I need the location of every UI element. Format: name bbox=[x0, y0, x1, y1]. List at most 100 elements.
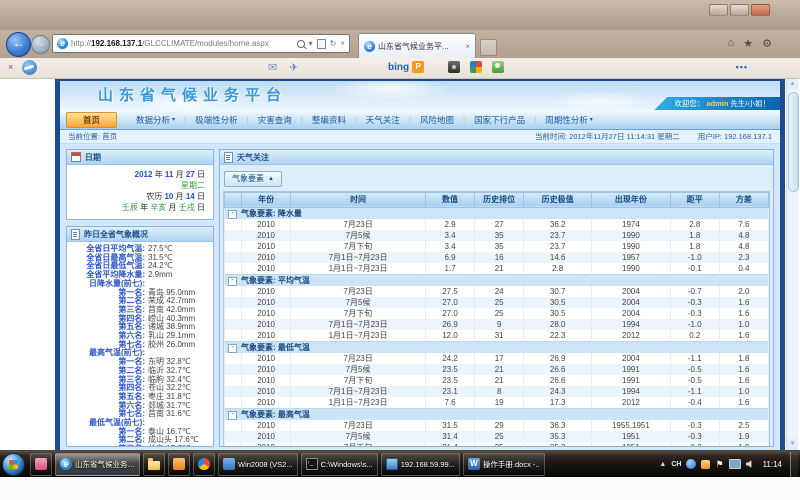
element-filter-button[interactable]: 气象要素 ▲ bbox=[224, 171, 282, 187]
compatibility-view-icon[interactable] bbox=[317, 39, 326, 49]
mail-icon[interactable]: ✉ bbox=[268, 61, 277, 74]
cell: 1月1日~7月23日 bbox=[291, 397, 426, 409]
new-tab-button[interactable] bbox=[480, 39, 497, 56]
table-row[interactable]: 20107月1日~7月23日26.9928.01994-1.01.0 bbox=[225, 319, 769, 330]
nav-item-3[interactable]: 灾害查询 bbox=[249, 114, 301, 126]
collapse-icon[interactable]: - bbox=[228, 277, 237, 286]
tab-close-icon[interactable]: × bbox=[465, 42, 470, 51]
taskbar-pinned-2[interactable] bbox=[143, 453, 165, 476]
media-icon bbox=[35, 458, 47, 470]
table-row[interactable]: 20107月1日~7月23日23.1824.31994-1.11.0 bbox=[225, 386, 769, 397]
table-row[interactable]: 20107月5候27.02530.52004-0.31.6 bbox=[225, 297, 769, 308]
nav-item-2[interactable]: 极端性分析 bbox=[186, 114, 247, 126]
home-icon[interactable]: ⌂ bbox=[728, 37, 735, 50]
table-row[interactable]: 20107月5候23.52126.61991-0.51.6 bbox=[225, 364, 769, 375]
bing-toolbar[interactable]: bing P bbox=[388, 61, 424, 73]
vm-icon bbox=[223, 458, 235, 470]
table-row[interactable]: 20107月下旬31.42535.31951-0.31.9 bbox=[225, 442, 769, 447]
table-row[interactable]: 20101月1日~7月23日7.61917.32012-0.41.6 bbox=[225, 397, 769, 409]
cell: 27.0 bbox=[425, 297, 474, 308]
tools-gear-icon[interactable]: ⚙ bbox=[762, 37, 772, 50]
address-bar[interactable]: http://192.168.137.1/GLCCLIMATE/modules/… bbox=[52, 34, 350, 53]
table-row[interactable]: 20107月5候3.43523.719901.84.8 bbox=[225, 230, 769, 241]
collapse-icon[interactable]: - bbox=[228, 344, 237, 353]
back-button[interactable]: ← bbox=[6, 32, 31, 57]
language-indicator[interactable]: CH bbox=[671, 461, 681, 468]
group-header-row[interactable]: -气象要素: 最高气温 bbox=[225, 408, 769, 420]
network-icon[interactable] bbox=[729, 459, 741, 469]
vertical-scrollbar[interactable]: ▲ ▼ bbox=[786, 79, 798, 450]
tray-app-icon[interactable] bbox=[686, 459, 696, 469]
sidebar: 日期 2012 年 11 月 27 日 星期二 农历 10 月 bbox=[66, 149, 214, 447]
scrollbar-thumb[interactable] bbox=[788, 92, 799, 192]
search-icon[interactable] bbox=[297, 40, 305, 48]
overflow-icon[interactable]: ••• bbox=[736, 62, 748, 72]
browser-tab[interactable]: 山东省气候业务平... × bbox=[358, 33, 476, 58]
column-header: 年份 bbox=[242, 192, 291, 207]
cell: 2012 bbox=[592, 397, 671, 409]
nav-item-6[interactable]: 风险地图 bbox=[411, 114, 463, 126]
tray-security-icon[interactable] bbox=[701, 460, 710, 469]
show-desktop-button[interactable] bbox=[790, 452, 798, 477]
nav-item-8[interactable]: 周期性分析▾ bbox=[536, 114, 602, 126]
cell: -0.5 bbox=[670, 375, 719, 386]
nav-item-5[interactable]: 天气关注 bbox=[357, 114, 409, 126]
table-row[interactable]: 20107月23日31.52936.31955,1951-0.32.5 bbox=[225, 420, 769, 431]
table-row[interactable]: 20101月1日~7月23日12.03122.320120.21.6 bbox=[225, 330, 769, 342]
taskbar-pinned-3[interactable] bbox=[168, 453, 190, 476]
table-row[interactable]: 20107月1日~7月23日6.91614.61957-1.02.3 bbox=[225, 252, 769, 263]
nav-item-7[interactable]: 国家下行产品 bbox=[465, 114, 534, 126]
refresh-icon[interactable]: ↻ bbox=[330, 39, 337, 48]
table-row[interactable]: 20107月23日27.52430.72004-0.72.0 bbox=[225, 286, 769, 297]
media-capture-icon[interactable] bbox=[448, 61, 460, 73]
scroll-down-icon[interactable]: ▼ bbox=[787, 439, 798, 450]
table-row[interactable]: 20107月23日2.92736.219742.87.6 bbox=[225, 219, 769, 230]
hidden-icons-arrow[interactable]: ▲ bbox=[659, 461, 666, 468]
nav-item-4[interactable]: 整编资料 bbox=[303, 114, 355, 126]
table-row[interactable]: 20107月23日24.21726.92004-1.11.8 bbox=[225, 353, 769, 364]
table-row[interactable]: 20107月下旬27.02530.52004-0.31.6 bbox=[225, 308, 769, 319]
nav-item-0[interactable]: 首页 bbox=[66, 112, 117, 128]
taskbar-clock[interactable]: 11:14 bbox=[763, 460, 782, 469]
taskbar-window-8[interactable]: 操作手册.docx -.. bbox=[463, 453, 545, 476]
cell: 26.9 bbox=[524, 353, 592, 364]
table-row[interactable]: 20107月下旬3.43523.719901.84.8 bbox=[225, 241, 769, 252]
contacts-icon[interactable] bbox=[492, 61, 504, 73]
group-header-row[interactable]: -气象要素: 平均气温 bbox=[225, 274, 769, 286]
stop-icon[interactable]: × bbox=[340, 39, 345, 48]
speaker-icon[interactable] bbox=[746, 460, 755, 469]
report-icon bbox=[71, 229, 80, 240]
group-header-row[interactable]: -气象要素: 最低气温 bbox=[225, 341, 769, 353]
apps-icon[interactable] bbox=[470, 61, 482, 73]
taskbar-window-7[interactable]: 192.168.59.99... bbox=[381, 453, 460, 476]
toolbar-logo-icon[interactable] bbox=[22, 60, 37, 75]
nav-item-1[interactable]: 数据分析▾ bbox=[127, 114, 184, 126]
nav-item-label: 周期性分析 bbox=[545, 114, 588, 126]
collapse-icon[interactable]: - bbox=[228, 411, 237, 420]
taskbar-pinned-0[interactable] bbox=[30, 453, 52, 476]
forward-button[interactable]: → bbox=[31, 35, 50, 54]
favorites-star-icon[interactable]: ★ bbox=[743, 37, 753, 50]
addon-close-icon[interactable]: × bbox=[8, 62, 13, 72]
collapse-icon[interactable]: - bbox=[228, 210, 237, 219]
dropdown-icon[interactable]: ▾ bbox=[309, 39, 313, 48]
close-button[interactable] bbox=[751, 4, 770, 16]
taskbar-pinned-4[interactable] bbox=[193, 453, 215, 476]
cell: 2.8 bbox=[670, 219, 719, 230]
minimize-button[interactable] bbox=[709, 4, 728, 16]
maximize-button[interactable] bbox=[730, 4, 749, 16]
cell: 2010 bbox=[242, 397, 291, 409]
url-text[interactable]: http://192.168.137.1/GLCCLIMATE/modules/… bbox=[71, 39, 269, 48]
start-button[interactable] bbox=[2, 453, 25, 476]
table-row[interactable]: 20107月5候31.42535.31951-0.31.9 bbox=[225, 431, 769, 442]
table-row[interactable]: 20101月1日~7月23日1.7212.81990-0.10.4 bbox=[225, 263, 769, 275]
cell: 1.8 bbox=[670, 230, 719, 241]
taskbar-window-6[interactable]: C:\Windows\s... bbox=[301, 453, 378, 476]
table-row[interactable]: 20107月下旬23.52126.61991-0.51.6 bbox=[225, 375, 769, 386]
group-header-row[interactable]: -气象要素: 降水量 bbox=[225, 207, 769, 219]
scroll-up-icon[interactable]: ▲ bbox=[787, 79, 798, 90]
send-icon[interactable]: ✈ bbox=[289, 61, 298, 74]
taskbar-window-5[interactable]: Win2008 (VS2... bbox=[218, 453, 298, 476]
action-center-flag-icon[interactable]: ⚑ bbox=[715, 460, 723, 469]
taskbar-window-1[interactable]: 山东省气候业务平... bbox=[55, 453, 140, 476]
